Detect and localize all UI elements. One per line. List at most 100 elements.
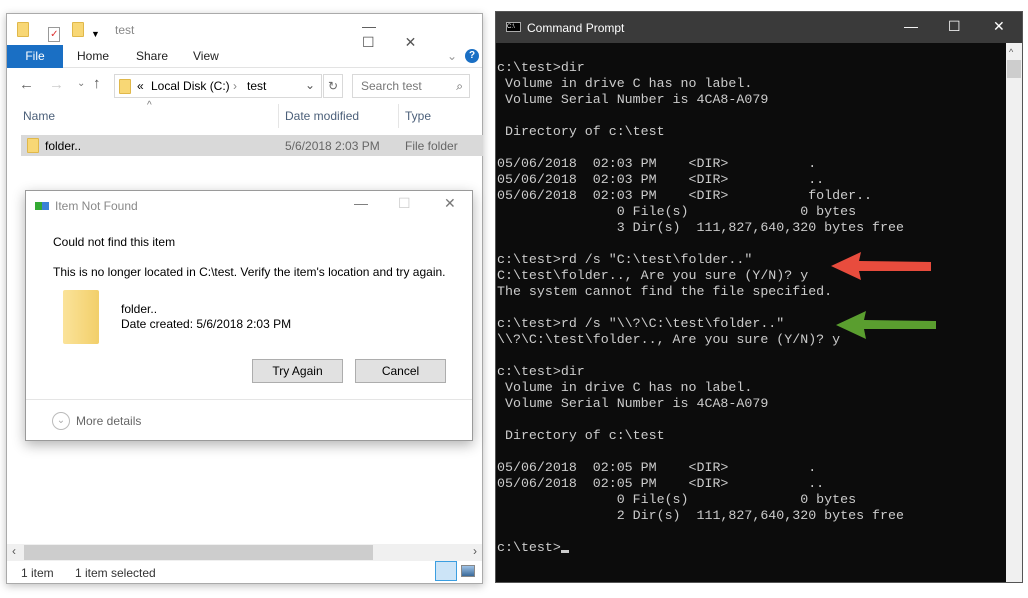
- dialog-item-name: folder..: [121, 302, 158, 316]
- cancel-button[interactable]: Cancel: [355, 359, 446, 383]
- help-icon[interactable]: ?: [465, 49, 479, 63]
- window-title: test: [115, 23, 135, 37]
- file-name: folder..: [45, 139, 82, 153]
- status-selected: 1 item selected: [75, 566, 156, 580]
- console-line: Directory of c:\test: [497, 124, 665, 139]
- new-folder-icon[interactable]: [71, 22, 84, 37]
- dialog-maximize-button: ☐: [398, 195, 411, 211]
- cmd-title-bar: C:\ Command Prompt — ☐ ✕: [496, 12, 1022, 43]
- dialog-close-button[interactable]: ✕: [444, 195, 456, 212]
- column-header-type[interactable]: Type: [405, 109, 431, 123]
- more-details-link[interactable]: More details: [76, 414, 141, 428]
- scrollbar-thumb[interactable]: [24, 545, 373, 560]
- search-icon: ⌕: [456, 79, 463, 93]
- console-line: 0 File(s) 0 bytes: [497, 492, 857, 507]
- move-icon: [35, 202, 49, 210]
- dialog-title: Item Not Found: [55, 199, 138, 213]
- folder-icon: [119, 79, 131, 94]
- column-header-name[interactable]: Name: [23, 109, 55, 123]
- breadcrumb-separator-icon: ›: [233, 79, 237, 93]
- tab-file[interactable]: File: [7, 45, 63, 68]
- tab-home[interactable]: Home: [77, 45, 109, 68]
- back-button[interactable]: ←: [19, 76, 34, 93]
- console-line: 05/06/2018 02:03 PM <DIR> ..: [497, 172, 825, 187]
- cmd-minimize-button[interactable]: —: [904, 18, 918, 34]
- properties-icon[interactable]: ✓: [48, 27, 61, 42]
- dialog-message: This is no longer located in C:\test. Ve…: [53, 265, 446, 279]
- recent-locations-icon[interactable]: ⌄: [77, 78, 85, 89]
- console-line: 2 Dir(s) 111,827,640,320 bytes free: [497, 508, 904, 523]
- tab-share[interactable]: Share: [136, 45, 168, 68]
- console-line: The system cannot find the file specifie…: [497, 284, 833, 299]
- try-again-button[interactable]: Try Again: [252, 359, 343, 383]
- scroll-right-icon[interactable]: ›: [473, 544, 477, 558]
- console-line: Directory of c:\test: [497, 428, 665, 443]
- file-type: File folder: [405, 139, 458, 153]
- console-line: Volume Serial Number is 4CA8-A079: [497, 92, 769, 107]
- cmd-close-button[interactable]: ✕: [993, 18, 1005, 35]
- cmd-title: Command Prompt: [527, 21, 625, 35]
- search-placeholder: Search test: [361, 79, 422, 93]
- customize-toolbar-icon[interactable]: ▼: [91, 29, 100, 39]
- minimize-button[interactable]: —: [362, 18, 406, 34]
- scroll-up-icon[interactable]: ^: [1009, 47, 1013, 57]
- item-not-found-dialog: Item Not Found — ☐ ✕ Could not find this…: [25, 190, 473, 441]
- console-output[interactable]: c:\test>dir Volume in drive C has no lab…: [497, 60, 1005, 556]
- horizontal-scrollbar[interactable]: ‹ ›: [7, 544, 482, 561]
- cmd-vertical-scrollbar[interactable]: ^: [1006, 43, 1022, 582]
- cmd-scrollbar-thumb[interactable]: [1007, 60, 1021, 78]
- folder-icon: [17, 22, 29, 37]
- address-dropdown-icon[interactable]: ⌄: [305, 78, 315, 92]
- console-line: c:\test>: [497, 540, 1005, 556]
- refresh-button[interactable]: ↻: [323, 74, 343, 98]
- console-line: 05/06/2018 02:05 PM <DIR> .: [497, 460, 817, 475]
- folder-icon: [27, 138, 39, 153]
- console-line: 0 File(s) 0 bytes: [497, 204, 857, 219]
- breadcrumb-test[interactable]: test: [247, 79, 266, 93]
- address-overflow[interactable]: «: [137, 79, 144, 93]
- dialog-item-date: Date created: 5/6/2018 2:03 PM: [121, 317, 292, 331]
- dialog-minimize-button[interactable]: —: [354, 195, 368, 211]
- console-line: 05/06/2018 02:03 PM <DIR> folder..: [497, 188, 873, 203]
- console-line: 05/06/2018 02:03 PM <DIR> .: [497, 156, 817, 171]
- address-bar[interactable]: « Local Disk (C:) › test ⌄: [114, 74, 322, 98]
- console-line: Volume in drive C has no label.: [497, 76, 753, 91]
- cmd-icon: C:\: [506, 22, 521, 32]
- ribbon-tabs: File Home Share View ⌄ ?: [7, 45, 482, 68]
- large-icons-view-button[interactable]: [461, 565, 475, 577]
- console-line: Volume in drive C has no label.: [497, 380, 753, 395]
- quick-access-toolbar: ✓ ▼: [17, 22, 100, 42]
- large-folder-icon: [63, 290, 99, 344]
- cmd-maximize-button[interactable]: ☐: [948, 18, 961, 35]
- red-arrow: [831, 252, 931, 280]
- up-button[interactable]: ↑: [93, 75, 101, 92]
- breadcrumb-local-disk[interactable]: Local Disk (C:): [151, 79, 230, 93]
- console-line: Volume Serial Number is 4CA8-A079: [497, 396, 769, 411]
- details-view-button[interactable]: [435, 561, 457, 581]
- search-input[interactable]: Search test ⌕: [352, 74, 470, 98]
- expand-icon[interactable]: ⌄: [52, 412, 70, 430]
- status-item-count: 1 item: [21, 566, 54, 580]
- expand-ribbon-icon[interactable]: ⌄: [447, 45, 457, 68]
- sort-ascending-icon: ^: [147, 100, 152, 111]
- console-line: 3 Dir(s) 111,827,640,320 bytes free: [497, 220, 904, 235]
- forward-button[interactable]: →: [49, 76, 64, 93]
- console-line: c:\test>dir: [497, 364, 585, 379]
- column-header-date[interactable]: Date modified: [285, 109, 359, 123]
- console-line: 05/06/2018 02:05 PM <DIR> ..: [497, 476, 825, 491]
- text-cursor: [560, 550, 569, 553]
- green-arrow-annotation: [836, 311, 936, 339]
- scroll-left-icon[interactable]: ‹: [12, 544, 16, 558]
- dialog-heading: Could not find this item: [53, 235, 176, 249]
- command-prompt-window: C:\ Command Prompt — ☐ ✕ c:\test>dir Vol…: [495, 11, 1023, 583]
- red-arrow-annotation: [831, 252, 931, 280]
- file-date: 5/6/2018 2:03 PM: [285, 139, 380, 153]
- tab-view[interactable]: View: [193, 45, 219, 68]
- file-row[interactable]: folder.. 5/6/2018 2:03 PM File folder: [21, 135, 483, 156]
